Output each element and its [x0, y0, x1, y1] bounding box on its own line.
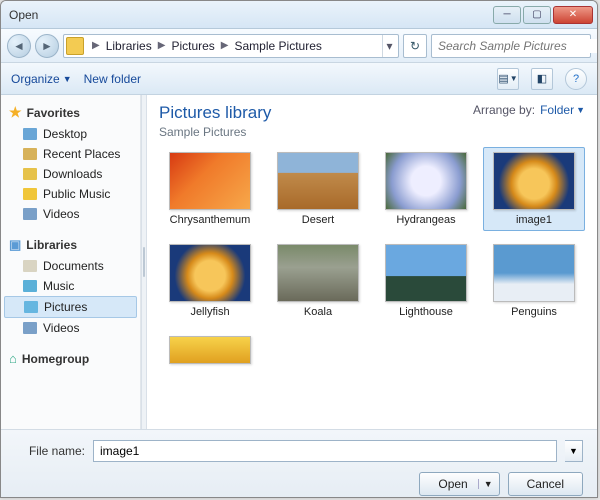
help-button[interactable]: ?	[565, 68, 587, 90]
sidebar-item-recent-places[interactable]: Recent Places	[1, 144, 140, 164]
library-title: Pictures library	[159, 103, 271, 123]
fav-item-icon	[23, 188, 37, 200]
minimize-button[interactable]: ─	[493, 6, 521, 24]
thumbnail-image	[277, 152, 359, 210]
thumbnail-chrysanthemum[interactable]: Chrysanthemum	[159, 147, 261, 231]
thumbnail-koala[interactable]: Koala	[267, 239, 369, 323]
thumbnail-image	[169, 336, 251, 364]
refresh-button[interactable]: ↻	[403, 34, 427, 58]
search-box[interactable]: 🔍	[431, 34, 591, 58]
thumbnail-label: Penguins	[511, 306, 557, 318]
libraries-icon: ▣	[9, 237, 21, 253]
thumbnail-penguins[interactable]: Penguins	[483, 239, 585, 323]
chevron-down-icon: ▼	[478, 479, 493, 489]
filename-input[interactable]	[93, 440, 557, 462]
sidebar-item-label: Desktop	[43, 127, 87, 141]
sidebar-item-label: Recent Places	[43, 147, 120, 161]
chevron-right-icon: ▶	[88, 40, 104, 51]
arrange-by-link[interactable]: Folder▼	[540, 103, 585, 117]
chevron-right-icon: ▶	[217, 40, 233, 51]
thumbnail-label: Jellyfish	[190, 306, 229, 318]
crumb-libraries[interactable]: Libraries	[104, 39, 154, 53]
sidebar-item-documents[interactable]: Documents	[1, 256, 140, 276]
crumb-pictures[interactable]: Pictures	[169, 39, 216, 53]
folder-icon	[66, 37, 84, 55]
thumbnail-image	[493, 244, 575, 302]
thumbnail-image	[385, 244, 467, 302]
thumbnail-image1[interactable]: image1	[483, 147, 585, 231]
sidebar-item-videos[interactable]: Videos	[1, 318, 140, 338]
sidebar-item-label: Music	[43, 279, 74, 293]
titlebar: Open ─ ▢ ✕	[1, 1, 597, 29]
sidebar-item-label: Videos	[43, 207, 79, 221]
thumbnail-label: Hydrangeas	[396, 214, 455, 226]
thumbnail-label: Chrysanthemum	[170, 214, 251, 226]
thumbnail-label: Koala	[304, 306, 332, 318]
view-options-button[interactable]: ▤▼	[497, 68, 519, 90]
close-button[interactable]: ✕	[553, 6, 593, 24]
sidebar-item-public-music[interactable]: Public Music	[1, 184, 140, 204]
toolbar: Organize▼ New folder ▤▼ ◧ ?	[1, 63, 597, 95]
fav-item-icon	[23, 168, 37, 180]
fav-item-icon	[23, 208, 37, 220]
sidebar-item-label: Videos	[43, 321, 79, 335]
organize-button[interactable]: Organize▼	[11, 72, 72, 86]
sidebar-item-label: Public Music	[43, 187, 110, 201]
homegroup-header[interactable]: ⌂Homegroup	[1, 348, 140, 369]
thumbnail-image	[169, 152, 251, 210]
sidebar-item-downloads[interactable]: Downloads	[1, 164, 140, 184]
path-dropdown[interactable]: ▾	[382, 35, 396, 57]
sidebar-item-label: Downloads	[43, 167, 102, 181]
sidebar-item-music[interactable]: Music	[1, 276, 140, 296]
lib-item-icon	[24, 301, 38, 313]
libraries-header[interactable]: ▣Libraries	[1, 234, 140, 256]
thumbnail-label: Lighthouse	[399, 306, 453, 318]
search-input[interactable]	[432, 39, 598, 53]
filename-dropdown[interactable]: ▼	[565, 440, 583, 462]
star-icon: ★	[9, 104, 22, 121]
lib-item-icon	[23, 280, 37, 292]
thumbnail-label: image1	[516, 214, 552, 226]
lib-item-icon	[23, 322, 37, 334]
thumbnail-image	[169, 244, 251, 302]
thumbnail-label: Desert	[302, 214, 334, 226]
sidebar-item-label: Documents	[43, 259, 104, 273]
favorites-header[interactable]: ★Favorites	[1, 101, 140, 124]
nav-bar: ◄ ► ▶ Libraries ▶ Pictures ▶ Sample Pict…	[1, 29, 597, 63]
sidebar-item-label: Pictures	[44, 300, 87, 314]
preview-pane-button[interactable]: ◧	[531, 68, 553, 90]
maximize-button[interactable]: ▢	[523, 6, 551, 24]
homegroup-icon: ⌂	[9, 351, 17, 366]
fav-item-icon	[23, 148, 37, 160]
thumbnail-image	[277, 244, 359, 302]
chevron-down-icon: ▼	[63, 74, 72, 84]
arrange-by: Arrange by: Folder▼	[473, 103, 585, 117]
footer: File name: ▼ Open▼ Cancel	[1, 429, 597, 498]
filename-label: File name:	[15, 444, 85, 458]
thumbnail-image	[493, 152, 575, 210]
open-button[interactable]: Open▼	[419, 472, 499, 496]
breadcrumb[interactable]: ▶ Libraries ▶ Pictures ▶ Sample Pictures…	[63, 34, 399, 58]
library-subtitle: Sample Pictures	[159, 125, 271, 139]
new-folder-button[interactable]: New folder	[84, 72, 141, 86]
back-button[interactable]: ◄	[7, 34, 31, 58]
forward-button[interactable]: ►	[35, 34, 59, 58]
thumbnail-lighthouse[interactable]: Lighthouse	[375, 239, 477, 323]
fav-item-icon	[23, 128, 37, 140]
cancel-button[interactable]: Cancel	[508, 472, 583, 496]
sidebar: ★Favorites Desktop Recent Places Downloads…	[1, 95, 141, 429]
thumbnail-jellyfish[interactable]: Jellyfish	[159, 239, 261, 323]
chevron-right-icon: ▶	[154, 40, 170, 51]
thumbnail-desert[interactable]: Desert	[267, 147, 369, 231]
sidebar-item-videos[interactable]: Videos	[1, 204, 140, 224]
window-title: Open	[5, 8, 491, 22]
lib-item-icon	[23, 260, 37, 272]
thumbnail-partial[interactable]	[159, 331, 261, 369]
main-pane: Pictures library Sample Pictures Arrange…	[147, 95, 597, 429]
thumbnail-image	[385, 152, 467, 210]
sidebar-item-pictures[interactable]: Pictures	[4, 296, 137, 318]
sidebar-item-desktop[interactable]: Desktop	[1, 124, 140, 144]
thumbnail-hydrangeas[interactable]: Hydrangeas	[375, 147, 477, 231]
crumb-sample-pictures[interactable]: Sample Pictures	[233, 39, 324, 53]
